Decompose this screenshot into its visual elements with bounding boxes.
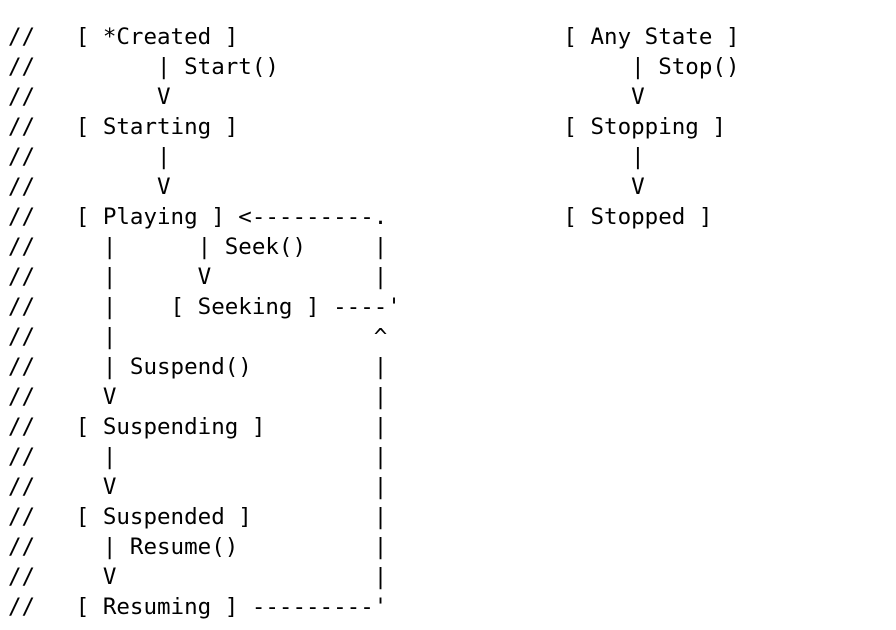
- code-line-suspend-transition: // | Suspend() |: [8, 354, 388, 380]
- code-line-connector: // | |: [8, 444, 388, 470]
- code-line-arrow: // | V |: [8, 264, 388, 290]
- code-line-created: // [ *Created ] [ Any State ]: [8, 24, 740, 50]
- code-line-suspended: // [ Suspended ] |: [8, 504, 388, 530]
- code-line-connector: // | |: [8, 144, 645, 170]
- code-line-arrow: // V |: [8, 474, 388, 500]
- code-line-arrow: // V |: [8, 384, 388, 410]
- code-line-start-transition: // | Start() | Stop(): [8, 54, 740, 80]
- state-diagram-code: // [ *Created ] [ Any State ] // | Start…: [8, 22, 888, 622]
- code-line-arrow: // V V: [8, 174, 645, 200]
- code-line-seeking: // | [ Seeking ] ----': [8, 294, 401, 320]
- code-line-seek-transition: // | | Seek() |: [8, 234, 388, 260]
- code-line-starting: // [ Starting ] [ Stopping ]: [8, 114, 726, 140]
- code-line-connector: // | ^: [8, 324, 388, 350]
- code-line-suspending: // [ Suspending ] |: [8, 414, 388, 440]
- code-line-arrow: // V V: [8, 84, 645, 110]
- code-line-resuming: // [ Resuming ] ---------': [8, 594, 388, 620]
- code-line-arrow: // V |: [8, 564, 388, 590]
- code-line-playing: // [ Playing ] <---------. [ Stopped ]: [8, 204, 713, 230]
- code-line-resume-transition: // | Resume() |: [8, 534, 388, 560]
